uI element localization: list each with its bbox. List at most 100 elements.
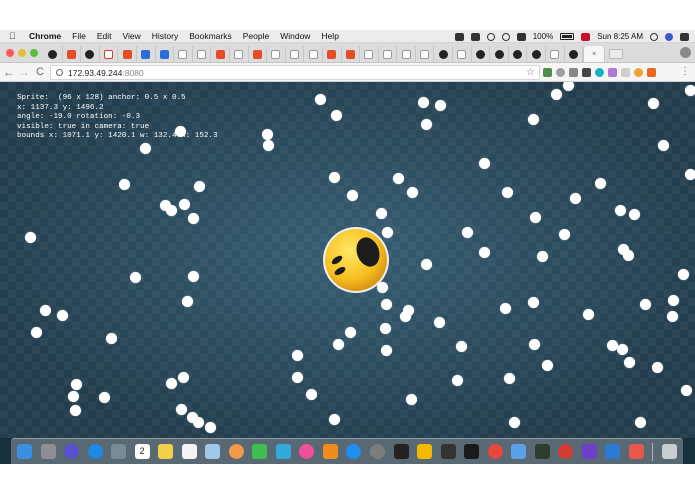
reload-button[interactable]: C [34, 64, 46, 80]
browser-tab[interactable] [527, 46, 547, 62]
browser-tab[interactable] [118, 46, 137, 62]
browser-tab[interactable] [342, 46, 361, 62]
browser-tab[interactable] [156, 46, 175, 62]
menu-app-name[interactable]: Chrome [29, 31, 61, 41]
menu-help[interactable]: Help [321, 31, 338, 41]
github-desktop-icon[interactable] [581, 444, 597, 459]
browser-tab[interactable] [230, 46, 249, 62]
browser-tab[interactable] [267, 46, 286, 62]
extension-icon[interactable] [556, 68, 565, 77]
menu-file[interactable]: File [72, 31, 86, 41]
siri-icon[interactable] [665, 32, 673, 41]
browser-tab[interactable] [63, 46, 82, 62]
itunes-icon[interactable] [299, 444, 315, 459]
browser-tab[interactable] [286, 46, 305, 62]
profile-icon[interactable] [680, 47, 691, 58]
trash-icon[interactable] [661, 444, 677, 459]
site-info-icon[interactable] [56, 69, 63, 76]
visual-studio-code-icon[interactable] [605, 444, 621, 459]
menu-bookmarks[interactable]: Bookmarks [189, 31, 232, 41]
browser-tab[interactable] [211, 46, 230, 62]
minimize-window-icon[interactable] [18, 49, 26, 57]
bookmark-star-icon[interactable]: ☆ [526, 66, 535, 79]
notification-center-icon[interactable] [680, 32, 689, 41]
terminal-2-icon[interactable] [464, 444, 480, 459]
status-app-icon[interactable] [470, 32, 480, 41]
browser-tab[interactable] [472, 46, 491, 62]
photo-editor-icon[interactable] [628, 444, 644, 459]
browser-tab[interactable] [379, 46, 398, 62]
console-icon[interactable] [440, 444, 456, 459]
books-icon[interactable] [322, 444, 338, 459]
browser-tab[interactable] [323, 46, 342, 62]
time-machine-icon[interactable] [486, 32, 495, 41]
new-tab-button[interactable] [609, 49, 624, 59]
game-canvas[interactable]: Sprite: (96 x 128) anchor: 0.5 x 0.5 x: 1… [0, 82, 695, 438]
extension-icon[interactable] [543, 68, 552, 77]
browser-tab[interactable] [453, 46, 472, 62]
mail-icon[interactable] [511, 444, 527, 459]
menu-edit[interactable]: Edit [97, 31, 112, 41]
forward-button[interactable]: → [18, 64, 30, 80]
facetime-icon[interactable] [252, 444, 268, 459]
launchpad-icon[interactable] [40, 444, 56, 459]
wifi-icon[interactable] [501, 32, 510, 41]
browser-tab[interactable] [360, 46, 379, 62]
extension-icon[interactable] [595, 68, 604, 77]
netease-music-icon[interactable] [558, 444, 574, 459]
siri-icon[interactable] [64, 444, 80, 459]
browser-tab[interactable] [174, 46, 193, 62]
calendar-icon[interactable]: 2 [134, 444, 150, 459]
clock[interactable]: Sun 8:25 AM [597, 32, 643, 41]
battery-percent[interactable]: 100% [533, 32, 553, 41]
app-store-icon[interactable] [346, 444, 362, 459]
browser-tab[interactable] [81, 46, 100, 62]
safari-icon[interactable] [87, 444, 103, 459]
finder-icon[interactable] [17, 444, 32, 459]
browser-tab[interactable] [490, 46, 509, 62]
browser-tab[interactable] [137, 46, 156, 62]
address-bar[interactable]: 172.93.49.244:8080 ☆ [50, 65, 540, 80]
flag-icon[interactable] [581, 32, 591, 41]
browser-tab[interactable] [397, 46, 416, 62]
browser-tab[interactable] [565, 46, 584, 62]
menu-window[interactable]: Window [280, 31, 310, 41]
back-button[interactable]: ← [3, 64, 15, 80]
browser-tab[interactable] [193, 46, 212, 62]
player-sprite[interactable] [319, 222, 393, 296]
activity-monitor-icon[interactable] [534, 444, 550, 459]
spotlight-icon[interactable] [650, 32, 658, 41]
browser-tab[interactable] [546, 46, 565, 62]
extension-icon[interactable] [582, 68, 591, 77]
terminal-icon[interactable] [393, 444, 409, 459]
browser-tab[interactable] [416, 46, 435, 62]
chrome-menu-icon[interactable]: ⋮ [680, 65, 690, 79]
reminders-icon[interactable] [181, 444, 197, 459]
extension-icon[interactable] [647, 68, 656, 77]
extension-icon[interactable] [569, 68, 578, 77]
browser-tab[interactable] [44, 46, 63, 62]
menu-view[interactable]: View [122, 31, 140, 41]
maximize-window-icon[interactable] [30, 49, 38, 57]
menu-people[interactable]: People [243, 31, 269, 41]
browser-tab[interactable] [509, 46, 528, 62]
photo-viewer-icon[interactable] [111, 444, 127, 459]
extension-icon[interactable] [608, 68, 617, 77]
active-tab[interactable]: × [583, 46, 606, 62]
close-tab-icon[interactable]: × [592, 51, 596, 58]
messages-icon[interactable] [275, 444, 291, 459]
photos-icon[interactable] [228, 444, 244, 459]
browser-tab[interactable] [434, 46, 454, 62]
browser-tab[interactable] [100, 46, 119, 62]
chrome-icon[interactable] [487, 444, 503, 459]
close-window-icon[interactable] [6, 49, 14, 57]
apple-menu-icon[interactable]:  [9, 31, 20, 41]
notes-icon[interactable] [158, 444, 174, 459]
preview-icon[interactable] [205, 444, 221, 459]
system-preferences-icon[interactable] [369, 444, 385, 459]
airplay-icon[interactable] [516, 32, 526, 41]
extension-icon[interactable] [634, 68, 643, 77]
browser-tab[interactable] [304, 46, 323, 62]
extension-icon[interactable] [621, 68, 630, 77]
battery-icon[interactable] [560, 33, 575, 40]
